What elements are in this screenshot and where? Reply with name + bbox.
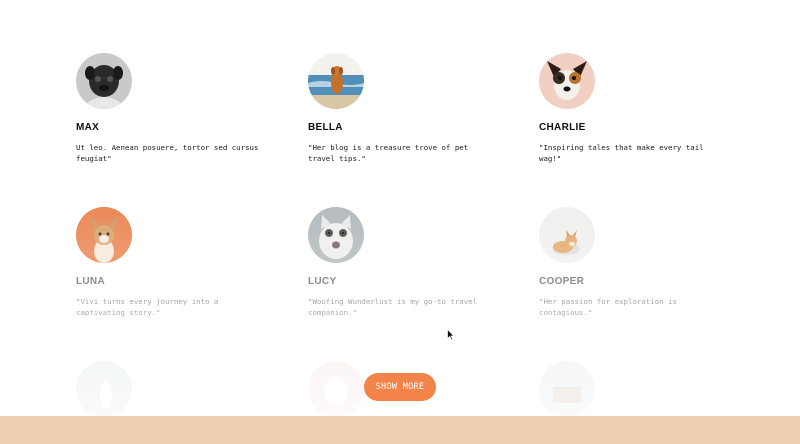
testimonial-card-cooper: COOPER "Her passion for exploration is c… <box>539 207 739 318</box>
testimonial-name: LUNA <box>76 276 105 287</box>
testimonial-quote: "Inspiring tales that make every tail wa… <box>539 143 704 163</box>
avatar-bella <box>308 53 364 109</box>
avatar-luna <box>76 207 132 263</box>
testimonial-card-bella: BELLA "Her blog is a treasure trove of p… <box>308 53 508 164</box>
testimonial-card-lucy: LUCY "Woofing Wunderlust is my go-to tra… <box>308 207 508 318</box>
testimonial-quote: "Her blog is a treasure trove of pet tra… <box>308 143 469 163</box>
testimonial-card-luna: LUNA "Vivi turns every journey into a ca… <box>76 207 276 318</box>
show-more-button[interactable]: SHOW MORE <box>364 373 436 401</box>
testimonial-card-ghost-3 <box>539 361 739 417</box>
testimonial-name: CHARLIE <box>539 122 586 133</box>
testimonial-name: BELLA <box>308 122 343 133</box>
avatar-charlie <box>539 53 595 109</box>
avatar-lucy <box>308 207 364 263</box>
testimonial-name: COOPER <box>539 276 585 287</box>
footer-band <box>0 416 800 444</box>
testimonial-name: MAX <box>76 122 100 133</box>
testimonial-quote: "Woofing Wunderlust is my go-to travel c… <box>308 297 478 317</box>
testimonial-name: LUCY <box>308 276 337 287</box>
avatar-ghost-2 <box>308 361 364 417</box>
avatar-ghost-3 <box>539 361 595 417</box>
testimonial-quote: "Vivi turns every journey into a captiva… <box>76 297 219 317</box>
mouse-pointer-icon <box>447 326 455 345</box>
avatar-cooper <box>539 207 595 263</box>
testimonial-card-charlie: CHARLIE "Inspiring tales that make every… <box>539 53 739 164</box>
testimonial-quote: "Her passion for exploration is contagio… <box>539 297 677 317</box>
testimonials-page: MAX Ut leo. Aenean posuere, tortor sed c… <box>0 0 800 444</box>
testimonial-card-max: MAX Ut leo. Aenean posuere, tortor sed c… <box>76 53 276 164</box>
avatar-ghost-1 <box>76 361 132 417</box>
avatar-max <box>76 53 132 109</box>
testimonial-quote: Ut leo. Aenean posuere, tortor sed cursu… <box>76 143 259 163</box>
testimonial-card-ghost-1 <box>76 361 276 417</box>
